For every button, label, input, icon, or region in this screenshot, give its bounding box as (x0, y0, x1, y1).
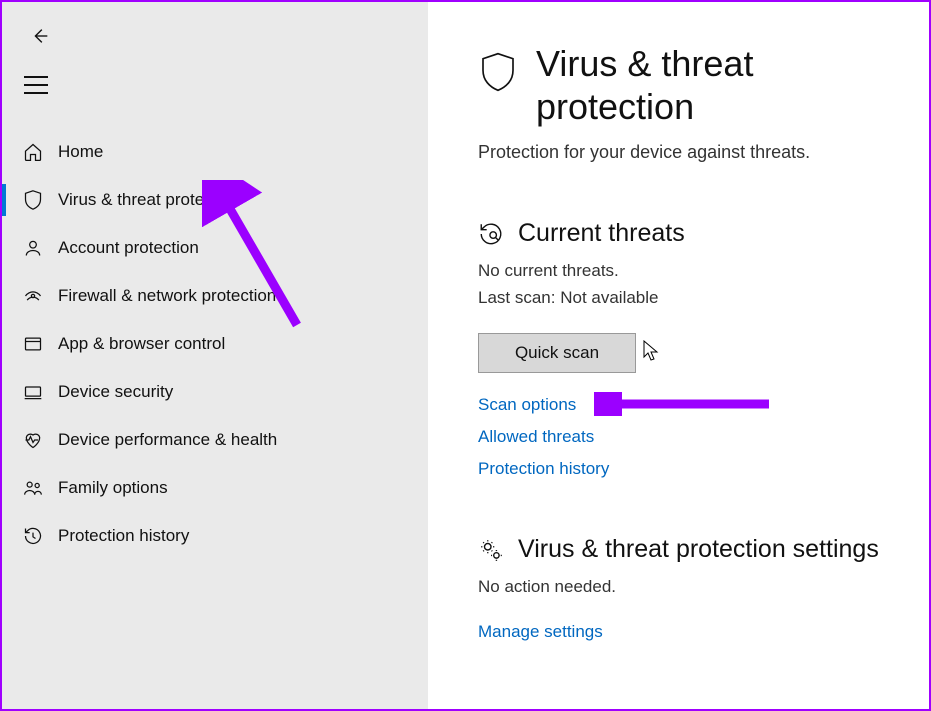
last-scan-line: Last scan: Not available (478, 285, 899, 311)
network-icon (22, 285, 44, 307)
home-icon (22, 141, 44, 163)
main-content: Virus & threat protection Protection for… (428, 2, 929, 709)
protection-history-link[interactable]: Protection history (478, 459, 609, 479)
sidebar-item-label: Device security (58, 382, 173, 402)
scan-options-link[interactable]: Scan options (478, 395, 576, 415)
settings-section: Virus & threat protection settings No ac… (478, 535, 899, 642)
sidebar-item-label: Firewall & network protection (58, 286, 276, 306)
shield-icon (22, 189, 44, 211)
page-title: Virus & threat protection (536, 42, 899, 128)
back-arrow-icon (29, 25, 51, 47)
manage-settings-link[interactable]: Manage settings (478, 622, 603, 642)
nav-list: Home Virus & threat protection Account p… (2, 128, 428, 560)
threat-status-line: No current threats. (478, 258, 899, 284)
sidebar-item-device-security[interactable]: Device security (2, 368, 428, 416)
section-title: Virus & threat protection settings (518, 535, 879, 564)
sidebar-item-firewall-network[interactable]: Firewall & network protection (2, 272, 428, 320)
sidebar-item-app-browser[interactable]: App & browser control (2, 320, 428, 368)
sidebar-item-label: Protection history (58, 526, 189, 546)
shield-icon (478, 50, 518, 90)
settings-status-line: No action needed. (478, 574, 899, 600)
account-icon (22, 237, 44, 259)
quick-scan-button[interactable]: Quick scan (478, 333, 636, 373)
page-header: Virus & threat protection (478, 42, 899, 128)
gear-icon (478, 537, 504, 563)
sidebar-item-family-options[interactable]: Family options (2, 464, 428, 512)
sidebar-item-account-protection[interactable]: Account protection (2, 224, 428, 272)
hamburger-menu-button[interactable] (24, 76, 48, 94)
sidebar-item-label: Virus & threat protection (58, 190, 240, 210)
sidebar: Home Virus & threat protection Account p… (2, 2, 428, 709)
sidebar-item-device-performance[interactable]: Device performance & health (2, 416, 428, 464)
back-button[interactable] (24, 20, 56, 52)
sidebar-item-label: Family options (58, 478, 168, 498)
allowed-threats-link[interactable]: Allowed threats (478, 427, 594, 447)
sidebar-item-protection-history[interactable]: Protection history (2, 512, 428, 560)
sidebar-item-home[interactable]: Home (2, 128, 428, 176)
sidebar-item-label: Device performance & health (58, 430, 277, 450)
section-title: Current threats (518, 219, 685, 248)
sidebar-item-label: Home (58, 142, 103, 162)
page-subtitle: Protection for your device against threa… (478, 142, 899, 163)
current-threats-section: Current threats No current threats. Last… (478, 219, 899, 479)
sidebar-item-label: Account protection (58, 238, 199, 258)
sidebar-item-label: App & browser control (58, 334, 225, 354)
scan-history-icon (478, 221, 504, 247)
history-icon (22, 525, 44, 547)
family-icon (22, 477, 44, 499)
window-icon (22, 333, 44, 355)
sidebar-item-virus-threat-protection[interactable]: Virus & threat protection (2, 176, 428, 224)
device-icon (22, 381, 44, 403)
heart-icon (22, 429, 44, 451)
